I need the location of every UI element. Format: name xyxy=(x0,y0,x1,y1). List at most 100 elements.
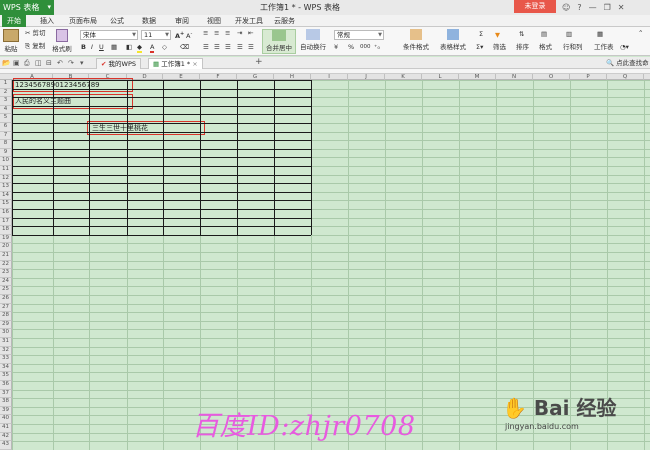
tab-cloud[interactable]: 云服务 xyxy=(274,15,295,27)
row-header-4[interactable]: 4 xyxy=(0,105,12,115)
row-header-41[interactable]: 41 xyxy=(0,424,12,433)
tab-developer[interactable]: 开发工具 xyxy=(235,15,263,27)
worksheet-button[interactable]: 工作表 xyxy=(594,43,614,52)
justify-icon[interactable]: ☰ xyxy=(237,43,243,52)
skin-icon[interactable]: ☺ xyxy=(562,0,570,15)
help-icon[interactable]: ? xyxy=(577,0,581,15)
row-header-11[interactable]: 11 xyxy=(0,166,12,175)
row-header-13[interactable]: 13 xyxy=(0,183,12,192)
align-top-icon[interactable]: ≡ xyxy=(203,29,208,38)
tab-home[interactable]: 开始 xyxy=(2,15,26,27)
row-header-34[interactable]: 34 xyxy=(0,363,12,373)
export-icon[interactable]: ⊟ xyxy=(46,58,52,68)
format-button[interactable]: 格式 xyxy=(539,43,552,52)
clear-format-icon[interactable]: ◇ xyxy=(162,43,167,52)
customize-icon[interactable]: ▾ xyxy=(80,58,84,68)
underline-button[interactable]: U xyxy=(99,43,104,52)
row-header-32[interactable]: 32 xyxy=(0,346,12,356)
outdent-icon[interactable]: ⇤ xyxy=(248,29,253,38)
row-header-27[interactable]: 27 xyxy=(0,303,12,313)
row-header-38[interactable]: 38 xyxy=(0,398,12,407)
row-header-25[interactable]: 25 xyxy=(0,286,12,295)
row-header-2[interactable]: 2 xyxy=(0,88,12,98)
row-header-10[interactable]: 10 xyxy=(0,157,12,166)
command-search[interactable]: 🔍 点此查找命 xyxy=(606,58,649,68)
align-middle-icon[interactable]: ≡ xyxy=(214,29,219,38)
row-header-29[interactable]: 29 xyxy=(0,320,12,330)
paste-button[interactable]: 粘贴 xyxy=(2,29,20,54)
row-header-16[interactable]: 16 xyxy=(0,209,12,218)
merge-center-button[interactable]: 合并居中 xyxy=(262,29,296,54)
tab-workbook1[interactable]: ▦ 工作簿1 * × xyxy=(148,58,203,69)
login-button[interactable]: 未登录 xyxy=(514,0,556,13)
bucket-icon[interactable]: ◆ xyxy=(137,43,142,53)
row-col-button[interactable]: 行和列 xyxy=(563,43,583,52)
row-header-42[interactable]: 42 xyxy=(0,432,12,442)
row-header-14[interactable]: 14 xyxy=(0,191,12,201)
distribute-icon[interactable]: ☰ xyxy=(248,43,254,52)
font-grow-button[interactable]: A+ xyxy=(175,30,184,41)
number-format-select[interactable]: 常规 ▼ xyxy=(334,30,384,40)
thousands-button[interactable]: 000 xyxy=(360,43,371,52)
font-shrink-button[interactable]: A- xyxy=(186,30,192,41)
row-header-31[interactable]: 31 xyxy=(0,338,12,347)
row-header-39[interactable]: 39 xyxy=(0,406,12,416)
sum-icon[interactable]: Σ xyxy=(479,30,483,39)
align-right-icon[interactable]: ☰ xyxy=(225,43,231,52)
format-painter-button[interactable]: 格式刷 xyxy=(50,29,74,54)
restore-icon[interactable]: ❐ xyxy=(604,0,611,15)
row-header-3[interactable]: 3 xyxy=(0,97,12,106)
tab-insert[interactable]: 插入 xyxy=(40,15,54,27)
copy-button[interactable]: ⎘ 复制 xyxy=(25,42,45,51)
row-header-18[interactable]: 18 xyxy=(0,226,12,235)
minimize-icon[interactable]: — xyxy=(589,0,597,15)
tab-view[interactable]: 视图 xyxy=(207,15,221,27)
print-icon[interactable]: ⎙ xyxy=(24,58,30,68)
tab-my-wps[interactable]: ✔ 我的WPS xyxy=(96,58,142,69)
worksheet-icon[interactable]: ▦ xyxy=(597,30,603,39)
row-header-8[interactable]: 8 xyxy=(0,140,12,149)
tab-review[interactable]: 审阅 xyxy=(175,15,189,27)
filter-button[interactable]: 筛选 xyxy=(493,43,506,52)
ribbon-collapse-icon[interactable]: ⌃ xyxy=(638,29,643,38)
row-header-35[interactable]: 35 xyxy=(0,372,12,381)
row-header-20[interactable]: 20 xyxy=(0,243,12,252)
row-header-7[interactable]: 7 xyxy=(0,131,12,141)
redo-icon[interactable]: ↷ xyxy=(68,58,74,68)
row-header-17[interactable]: 17 xyxy=(0,217,12,227)
format-icon[interactable]: ▤ xyxy=(541,30,547,39)
row-header-19[interactable]: 19 xyxy=(0,234,12,244)
save-icon[interactable]: ▣ xyxy=(13,58,20,68)
row-header-28[interactable]: 28 xyxy=(0,312,12,321)
close-tab-icon[interactable]: × xyxy=(192,60,197,68)
row-header-6[interactable]: 6 xyxy=(0,123,12,132)
open-icon[interactable]: 📂 xyxy=(2,58,11,68)
tab-page-layout[interactable]: 页面布局 xyxy=(69,15,97,27)
table-style-button[interactable]: 表格样式 xyxy=(437,29,469,54)
row-col-icon[interactable]: ▥ xyxy=(566,30,572,39)
row-header-30[interactable]: 30 xyxy=(0,329,12,338)
conditional-format-button[interactable]: 条件格式 xyxy=(401,29,431,54)
row-header-21[interactable]: 21 xyxy=(0,252,12,261)
fill-color-icon[interactable]: ◧ xyxy=(126,43,132,52)
add-tab-icon[interactable]: + xyxy=(255,57,263,68)
freeze-icon[interactable]: ◔▾ xyxy=(620,43,629,52)
eraser-icon[interactable]: ⌫ xyxy=(180,43,189,52)
row-header-9[interactable]: 9 xyxy=(0,148,12,158)
row-header-24[interactable]: 24 xyxy=(0,277,12,287)
row-header-12[interactable]: 12 xyxy=(0,174,12,184)
wrap-text-button[interactable]: 自动换行 xyxy=(299,29,327,54)
row-header-15[interactable]: 15 xyxy=(0,200,12,209)
row-header-40[interactable]: 40 xyxy=(0,415,12,424)
row-header-36[interactable]: 36 xyxy=(0,381,12,390)
preview-icon[interactable]: ◫ xyxy=(35,58,42,68)
bold-button[interactable]: B xyxy=(81,43,86,52)
row-header-22[interactable]: 22 xyxy=(0,260,12,270)
percent-button[interactable]: % xyxy=(348,43,354,52)
filter-icon[interactable]: ▼ xyxy=(495,31,500,40)
font-size-select[interactable]: 11 ▼ xyxy=(141,30,171,40)
row-header-26[interactable]: 26 xyxy=(0,295,12,304)
font-color-icon[interactable]: A xyxy=(150,43,155,53)
row-header-37[interactable]: 37 xyxy=(0,389,12,399)
app-menu-button[interactable]: WPS 表格 ▾ xyxy=(0,0,54,15)
